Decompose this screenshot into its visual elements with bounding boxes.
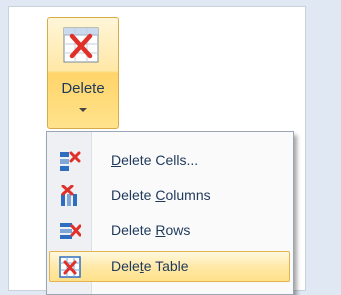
delete-dropdown-button[interactable]: Delete [47, 17, 119, 129]
menu-item-delete-table[interactable]: Delete Table [49, 251, 290, 282]
menu-item-delete-columns[interactable]: Delete Columns [49, 180, 290, 211]
delete-columns-icon [61, 185, 77, 206]
menu-item-label: Delete Columns [111, 187, 211, 203]
delete-button-label: Delete [61, 80, 105, 97]
menu-item-label: Delete Cells... [111, 152, 199, 168]
delete-dropdown-menu: Delete Cells... Delete Columns Delete Ro… [46, 131, 294, 295]
menu-item-delete-cells[interactable]: Delete Cells... [49, 145, 290, 176]
ribbon-panel: Delete Delete Cells... Delete Columns De… [8, 6, 306, 295]
menu-item-label: Delete Rows [111, 222, 191, 238]
menu-item-label: Delete Table [111, 258, 189, 274]
delete-table-icon [59, 256, 81, 278]
delete-table-icon [63, 27, 99, 63]
delete-rows-icon [60, 223, 81, 239]
chevron-down-icon [79, 108, 87, 112]
menu-item-delete-rows[interactable]: Delete Rows [49, 215, 290, 246]
delete-cells-icon [60, 151, 81, 171]
